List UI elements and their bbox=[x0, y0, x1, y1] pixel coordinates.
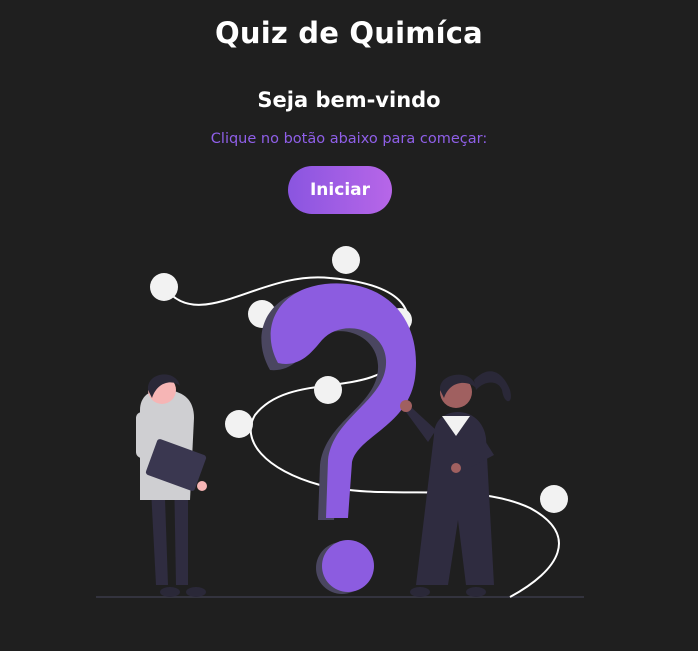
orbit-dot bbox=[314, 376, 342, 404]
page-title: Quiz de Quimíca bbox=[215, 16, 483, 50]
question-people-illustration bbox=[96, 246, 584, 598]
orbit-dot bbox=[150, 273, 178, 301]
orbit-dot bbox=[332, 246, 360, 274]
start-hint: Clique no botão abaixo para começar: bbox=[210, 131, 488, 147]
orbit-dot bbox=[540, 485, 568, 513]
woman-figure bbox=[400, 371, 511, 597]
start-button[interactable]: Iniciar bbox=[288, 166, 392, 214]
man-figure bbox=[136, 374, 207, 597]
welcome-heading: Seja bem-vindo bbox=[257, 88, 441, 112]
orbit-dot bbox=[225, 410, 253, 438]
welcome-page: Quiz de Quimíca Seja bem-vindo Clique no… bbox=[0, 0, 698, 651]
